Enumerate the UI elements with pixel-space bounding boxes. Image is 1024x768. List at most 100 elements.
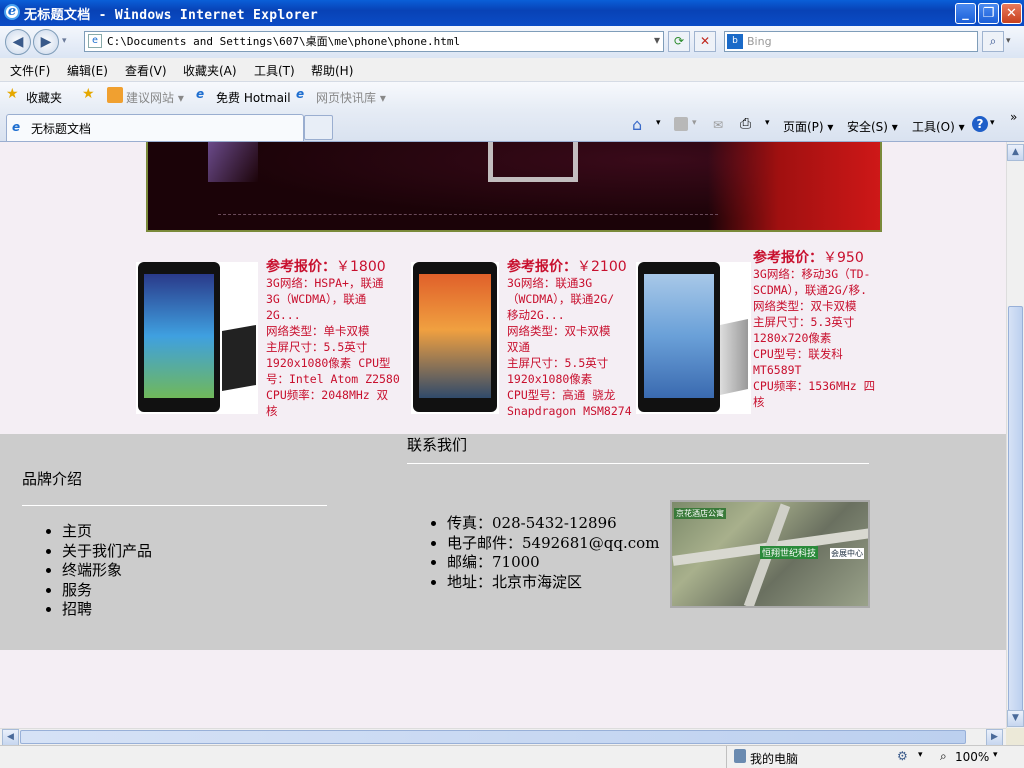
suggested-sites-icon: [107, 87, 123, 103]
print-icon[interactable]: ⎙: [740, 116, 751, 132]
history-dropdown-icon[interactable]: ▾: [62, 36, 67, 46]
close-button[interactable]: ✕: [1001, 3, 1022, 24]
help-dropdown-icon[interactable]: ▾: [990, 118, 995, 128]
web-slice-gallery-link[interactable]: 网页快讯库 ▾: [316, 89, 386, 106]
brand-divider: [22, 505, 327, 506]
suggested-sites-link[interactable]: 建议网站 ▾: [126, 89, 184, 106]
scroll-right-button[interactable]: ▶: [986, 729, 1003, 746]
footer-nav-about[interactable]: 关于我们产品: [62, 542, 152, 562]
phone-screen-2: [419, 274, 491, 398]
spec-line: 网络类型：双卡双模: [753, 299, 857, 313]
menu-edit[interactable]: 编辑(E): [67, 62, 108, 79]
address-bar[interactable]: e C:\Documents and Settings\607\桌面\me\ph…: [84, 31, 664, 52]
menu-file[interactable]: 文件(F): [10, 62, 50, 79]
refresh-button[interactable]: ⟳: [668, 31, 690, 52]
home-dropdown-icon[interactable]: ▾: [656, 118, 661, 128]
horizontal-scroll-thumb[interactable]: [20, 730, 966, 744]
web-slice-ie-icon: e: [296, 87, 305, 101]
spec-line: 主屏尺寸：5.5英寸: [507, 356, 609, 370]
spec-line: （WCDMA），联通2G/: [507, 292, 615, 306]
help-icon[interactable]: ?: [972, 116, 988, 132]
spec-line: MT6589T: [753, 363, 802, 377]
zoom-level[interactable]: 100%: [955, 750, 989, 764]
price-value-2: ￥2100: [577, 259, 627, 275]
zone-text: 我的电脑: [750, 752, 799, 766]
stop-button[interactable]: ✕: [694, 31, 716, 52]
address-dropdown-icon[interactable]: ▾: [646, 31, 668, 52]
contact-fax: 传真：028-5432-12896: [447, 514, 659, 534]
status-divider: [726, 746, 727, 768]
zoom-dropdown-icon[interactable]: ▾: [993, 750, 998, 760]
spec-line: 1280x720像素: [753, 331, 832, 345]
scroll-up-button[interactable]: ▲: [1007, 144, 1024, 161]
vertical-scroll-thumb[interactable]: [1008, 306, 1023, 711]
tab-active[interactable]: e 无标题文档: [6, 114, 304, 141]
footer-nav-jobs[interactable]: 招聘: [62, 600, 152, 620]
scroll-down-button[interactable]: ▼: [1007, 710, 1024, 727]
search-icon[interactable]: ⌕: [982, 31, 1004, 52]
favorites-bar: ★ 收藏夹 ★ 建议网站 ▾ e 免费 Hotmail e 网页快讯库 ▾: [0, 82, 1024, 110]
page-menu[interactable]: 页面(P) ▾: [783, 118, 833, 135]
menu-tools[interactable]: 工具(T): [254, 62, 295, 79]
hotmail-link[interactable]: 免费 Hotmail: [216, 89, 291, 106]
footer-nav-home[interactable]: 主页: [62, 522, 152, 542]
tools-menu[interactable]: 工具(O) ▾: [912, 118, 965, 135]
vertical-scrollbar[interactable]: ▲ ▼: [1006, 142, 1024, 728]
feeds-icon[interactable]: [674, 117, 688, 131]
home-icon[interactable]: ⌂: [632, 115, 642, 134]
spec-line: 主屏尺寸：5.3英寸: [753, 315, 855, 329]
price-3: 参考报价：￥950: [753, 247, 864, 267]
favorites-star-icon: ★: [6, 86, 19, 102]
add-favorite-icon[interactable]: ★: [82, 86, 95, 102]
footer-nav-list: 主页 关于我们产品 终端形象 服务 招聘: [44, 522, 152, 620]
search-placeholder: Bing: [747, 35, 772, 48]
favorites-button[interactable]: 收藏夹: [26, 89, 62, 106]
spec-line: 3G网络：HSPA+，联通: [266, 276, 384, 290]
spec-line: 网络类型：双卡双模: [507, 324, 611, 338]
scrollbar-corner: [1006, 728, 1024, 745]
spec-line: CPU频率：1536MHz 四: [753, 379, 876, 393]
specs-3: 3G网络：移动3G（TD- SCDMA），联通2G/移. 网络类型：双卡双模 主…: [753, 266, 893, 410]
contact-email: 电子邮件：5492681@qq.com: [447, 534, 659, 554]
computer-zone-icon: [734, 749, 746, 763]
restore-button[interactable]: ❐: [978, 3, 999, 24]
protected-mode-icon[interactable]: ⚙: [897, 749, 908, 763]
spec-line: CPU频率：2048MHz 双: [266, 388, 389, 402]
product-image-1[interactable]: [136, 262, 258, 414]
specs-1: 3G网络：HSPA+，联通 3G（WCDMA），联通 2G... 网络类型：单卡…: [266, 275, 411, 419]
search-options-icon[interactable]: ▾: [1006, 36, 1011, 46]
protected-mode-dropdown-icon[interactable]: ▾: [918, 750, 923, 760]
menu-favorites[interactable]: 收藏夹(A): [183, 62, 237, 79]
new-tab-button[interactable]: [304, 115, 333, 140]
page-viewport: 参考报价：￥1800 3G网络：HSPA+，联通 3G（WCDMA），联通 2G…: [0, 142, 1006, 728]
footer-nav-service[interactable]: 服务: [62, 581, 152, 601]
print-dropdown-icon[interactable]: ▾: [765, 118, 770, 128]
contact-list: 传真：028-5432-12896 电子邮件：5492681@qq.com 邮编…: [429, 514, 659, 592]
search-input[interactable]: b Bing: [724, 31, 978, 52]
product-image-3[interactable]: [636, 262, 751, 414]
product-image-2[interactable]: [411, 262, 499, 414]
phone-screen-3: [644, 274, 714, 398]
horizontal-scrollbar[interactable]: ◀ ▶: [0, 728, 1006, 746]
contact-address: 地址：北京市海淀区: [447, 573, 659, 593]
tab-row: e 无标题文档 ⌂ ▾ ▾ ✉ ⎙ ▾ 页面(P) ▾ 安全(S) ▾ 工具(O…: [0, 110, 1024, 142]
scroll-left-button[interactable]: ◀: [2, 729, 19, 746]
spec-line: 网络类型：单卡双模: [266, 324, 370, 338]
zoom-icon[interactable]: ⌕: [940, 749, 947, 764]
minimize-button[interactable]: _: [955, 3, 976, 24]
menu-help[interactable]: 帮助(H): [311, 62, 353, 79]
spec-line: 移动2G...: [507, 308, 565, 322]
more-commands-icon[interactable]: »: [1010, 110, 1017, 124]
mail-icon[interactable]: ✉: [713, 118, 723, 132]
menu-view[interactable]: 查看(V): [125, 62, 167, 79]
window-title: 无标题文档 - Windows Internet Explorer: [24, 8, 319, 23]
forward-button[interactable]: ▶: [33, 29, 59, 55]
back-button[interactable]: ◀: [5, 29, 31, 55]
feeds-dropdown-icon[interactable]: ▾: [692, 118, 697, 128]
phone-body-3: [638, 262, 720, 412]
banner-image: [146, 142, 882, 232]
brand-heading: 品牌介绍: [22, 470, 83, 488]
footer-nav-image[interactable]: 终端形象: [62, 561, 152, 581]
safety-menu[interactable]: 安全(S) ▾: [847, 118, 898, 135]
location-map-image[interactable]: 京花酒店公寓 恒翔世纪科技 会展中心: [670, 500, 870, 608]
